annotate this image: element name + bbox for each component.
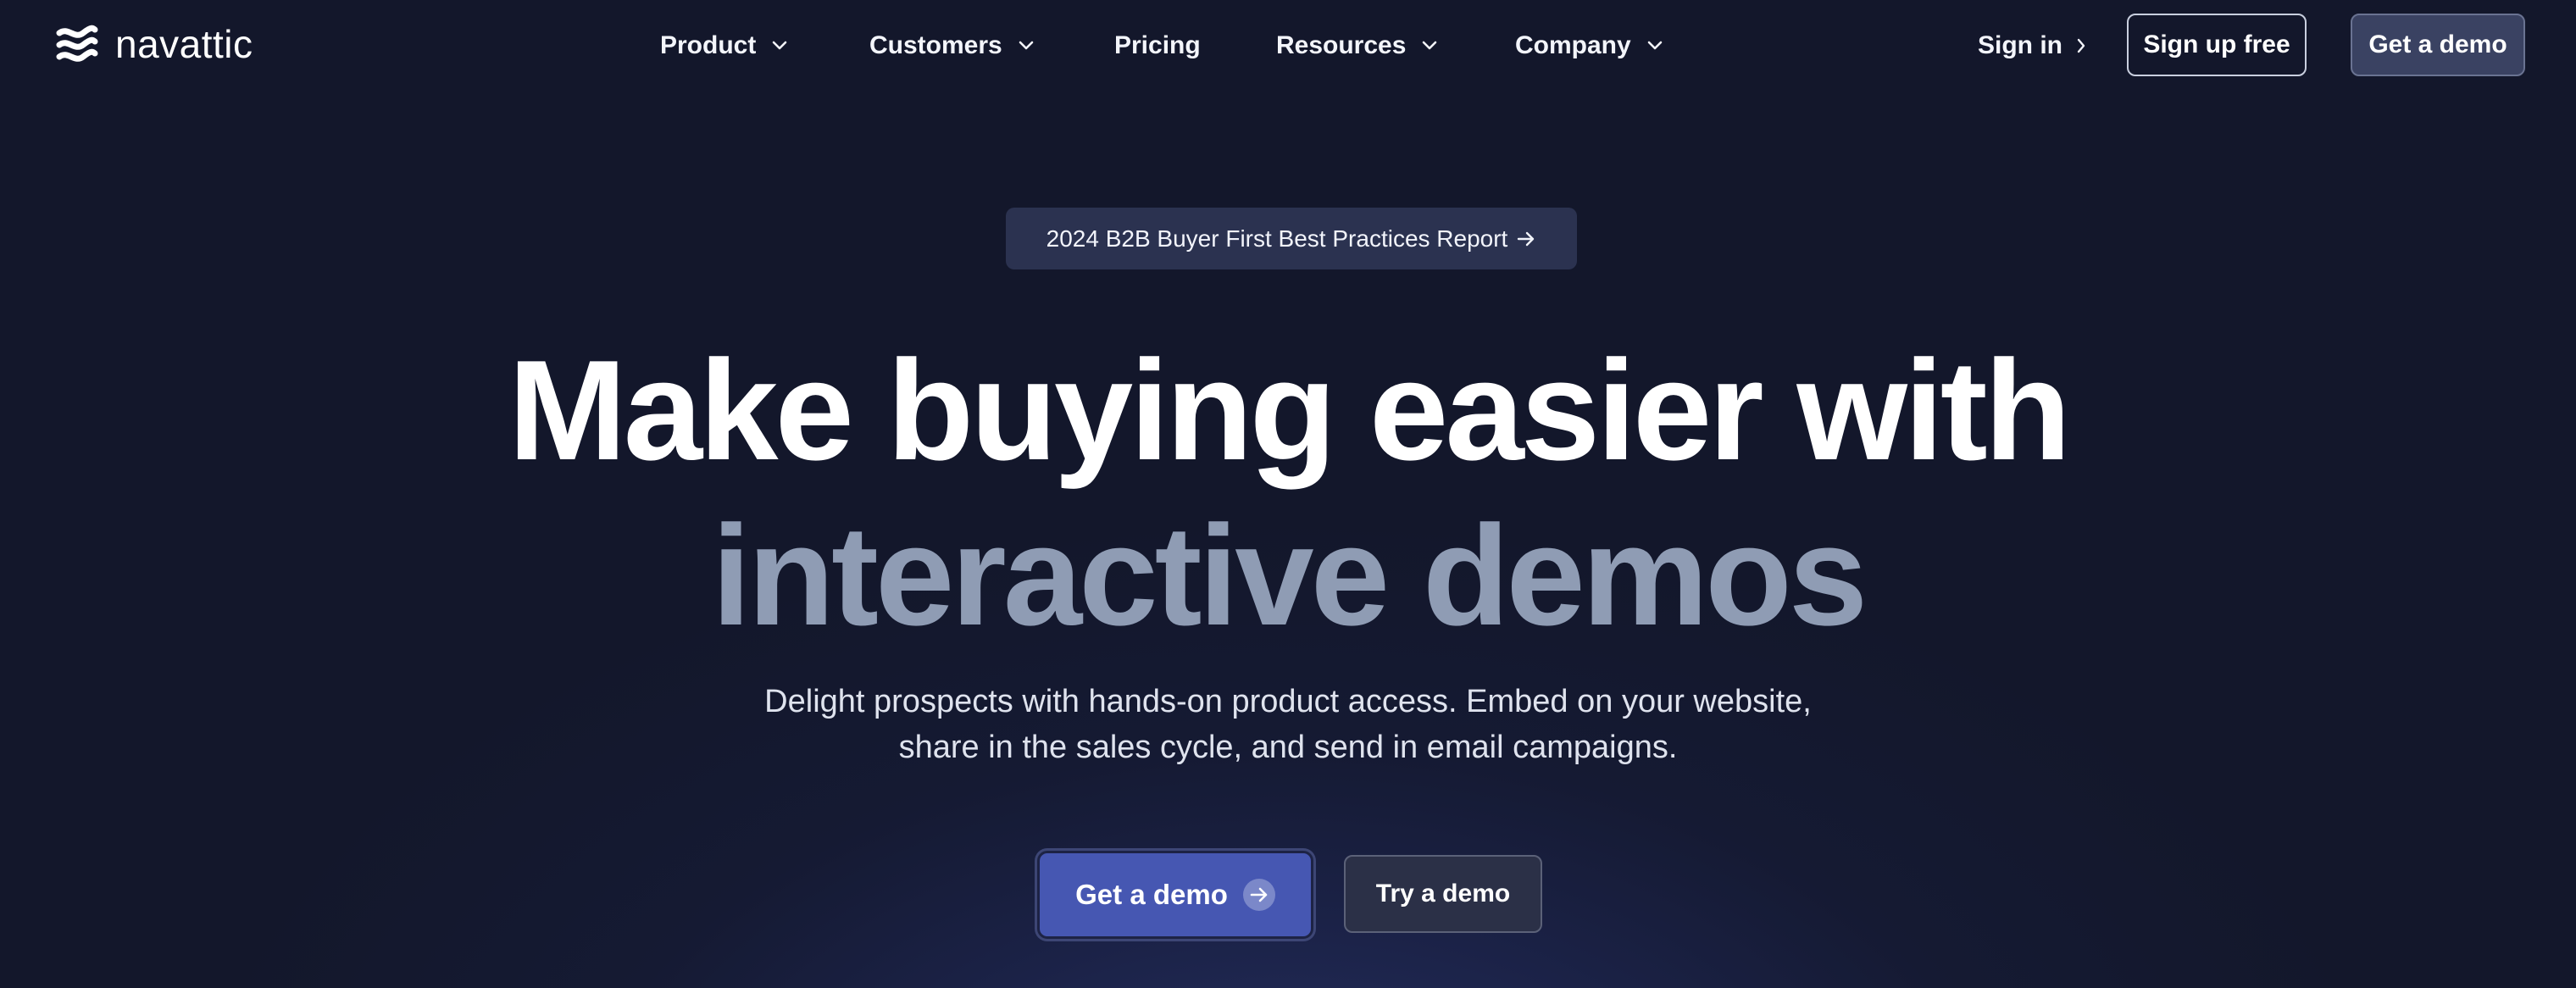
- sign-up-free-button[interactable]: Sign up free: [2127, 14, 2307, 76]
- sign-in-label: Sign in: [1978, 31, 2062, 59]
- nav-item-label: Product: [660, 31, 757, 59]
- nav-item-label: Customers: [869, 31, 1002, 59]
- nav-item-label: Company: [1515, 31, 1631, 59]
- nav-item-pricing[interactable]: Pricing: [1114, 25, 1201, 66]
- chevron-right-icon: [2077, 38, 2085, 53]
- navattic-logo[interactable]: navattic: [56, 19, 253, 69]
- top-navigation: navattic Product Customers Pricing Resou…: [0, 0, 2576, 92]
- announcement-pill[interactable]: 2024 B2B Buyer First Best Practices Repo…: [1006, 208, 1577, 269]
- navattic-wave-logo-icon: [56, 25, 98, 62]
- chevron-down-icon: [1423, 41, 1437, 50]
- nav-item-resources[interactable]: Resources: [1276, 25, 1438, 66]
- nav-get-demo-button[interactable]: Get a demo: [2351, 14, 2525, 76]
- hero-subtitle: Delight prospects with hands-on product …: [764, 684, 1812, 765]
- hero-get-demo-button[interactable]: Get a demo: [1037, 851, 1313, 939]
- chevron-down-icon: [1019, 41, 1034, 50]
- nav-item-label: Resources: [1276, 31, 1407, 59]
- chevron-down-icon: [773, 41, 787, 50]
- hero-headline-line-1: Make buying easier with: [508, 330, 2072, 490]
- try-demo-button[interactable]: Try a demo: [1344, 855, 1542, 933]
- logo-wordmark: navattic: [115, 22, 253, 66]
- arrow-right-circle-icon: [1242, 879, 1275, 911]
- announcement-label: 2024 B2B Buyer First Best Practices Repo…: [1046, 225, 1508, 252]
- arrow-right-icon: [1518, 231, 1535, 246]
- chevron-down-icon: [1647, 41, 1662, 50]
- nav-item-customers[interactable]: Customers: [869, 25, 1035, 66]
- hero-headline-line-2: interactive demos: [711, 496, 1868, 655]
- cta-primary-label: Get a demo: [1075, 879, 1228, 910]
- nav-item-label: Pricing: [1114, 31, 1201, 59]
- nav-item-company[interactable]: Company: [1515, 25, 1663, 66]
- nav-item-product[interactable]: Product: [660, 25, 788, 66]
- sign-in-link[interactable]: Sign in: [1978, 25, 2086, 66]
